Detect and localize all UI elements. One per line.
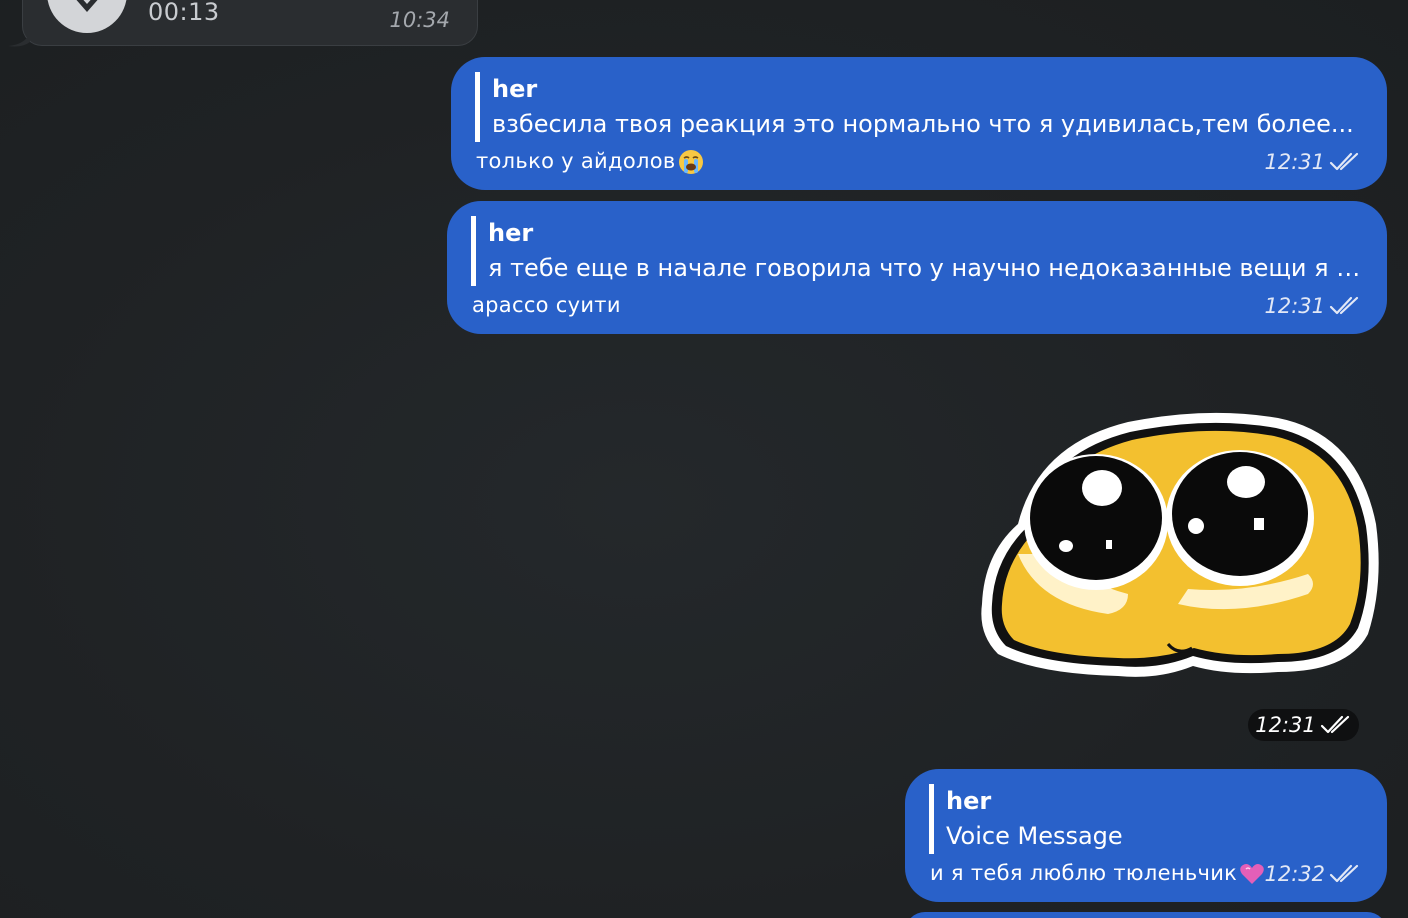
reply-text: взбесила твоя реакция это нормально что … — [492, 110, 1354, 138]
message-meta: 12:32 — [1264, 862, 1361, 886]
double-check-icon — [1329, 296, 1359, 315]
reply-author: her — [492, 75, 538, 103]
reply-quote[interactable]: her взбесила твоя реакция это нормально … — [475, 72, 1372, 142]
voice-duration: 00:13 — [148, 0, 220, 26]
reply-author: her — [946, 787, 992, 815]
message-text: и я тебя люблю тюленьчик — [930, 861, 1265, 886]
loudly-crying-face-icon — [678, 150, 703, 174]
cute-pleading-face-sticker-icon[interactable] — [978, 404, 1384, 684]
message-text: только у айдолов — [476, 149, 704, 175]
incoming-voice-message[interactable]: 00:13 10:34 — [22, 0, 478, 46]
message-text-content: и я тебя люблю тюленьчик — [930, 861, 1238, 885]
voice-play-button[interactable] — [47, 0, 127, 33]
message-time: 12:31 — [1255, 713, 1316, 737]
outgoing-message-partial[interactable] — [905, 912, 1387, 918]
reply-quote[interactable]: her Voice Message — [929, 784, 1366, 854]
reply-quote[interactable]: her я тебе еще в начале говорила что у н… — [471, 216, 1368, 286]
message-time: 12:31 — [1264, 294, 1325, 318]
double-check-icon — [1329, 152, 1359, 171]
message-time: 12:32 — [1264, 862, 1325, 886]
message-text: арассо суити — [472, 293, 621, 317]
message-text-content: только у айдолов — [476, 149, 676, 173]
message-time: 10:34 — [389, 8, 450, 32]
outgoing-message[interactable]: her взбесила твоя реакция это нормально … — [451, 57, 1387, 190]
double-check-icon — [1320, 715, 1349, 734]
message-meta: 12:31 — [1264, 150, 1361, 174]
bubble-tail — [8, 30, 30, 47]
chat-area: 00:13 10:34 her взбесила твоя реакция эт… — [0, 0, 1408, 918]
pink-heart-icon — [1240, 864, 1264, 884]
heart-icon — [76, 0, 98, 12]
message-time: 12:31 — [1264, 150, 1325, 174]
reply-author: her — [488, 219, 534, 247]
outgoing-message[interactable]: her я тебе еще в начале говорила что у н… — [447, 201, 1387, 334]
outgoing-message[interactable]: her Voice Message и я тебя люблю тюленьч… — [905, 769, 1387, 902]
message-meta: 12:31 — [1264, 294, 1361, 318]
double-check-icon — [1329, 864, 1359, 883]
reply-text: я тебе еще в начале говорила что у научн… — [488, 254, 1368, 282]
reply-text: Voice Message — [946, 822, 1123, 850]
sticker-time-badge: 12:31 — [1248, 709, 1359, 741]
